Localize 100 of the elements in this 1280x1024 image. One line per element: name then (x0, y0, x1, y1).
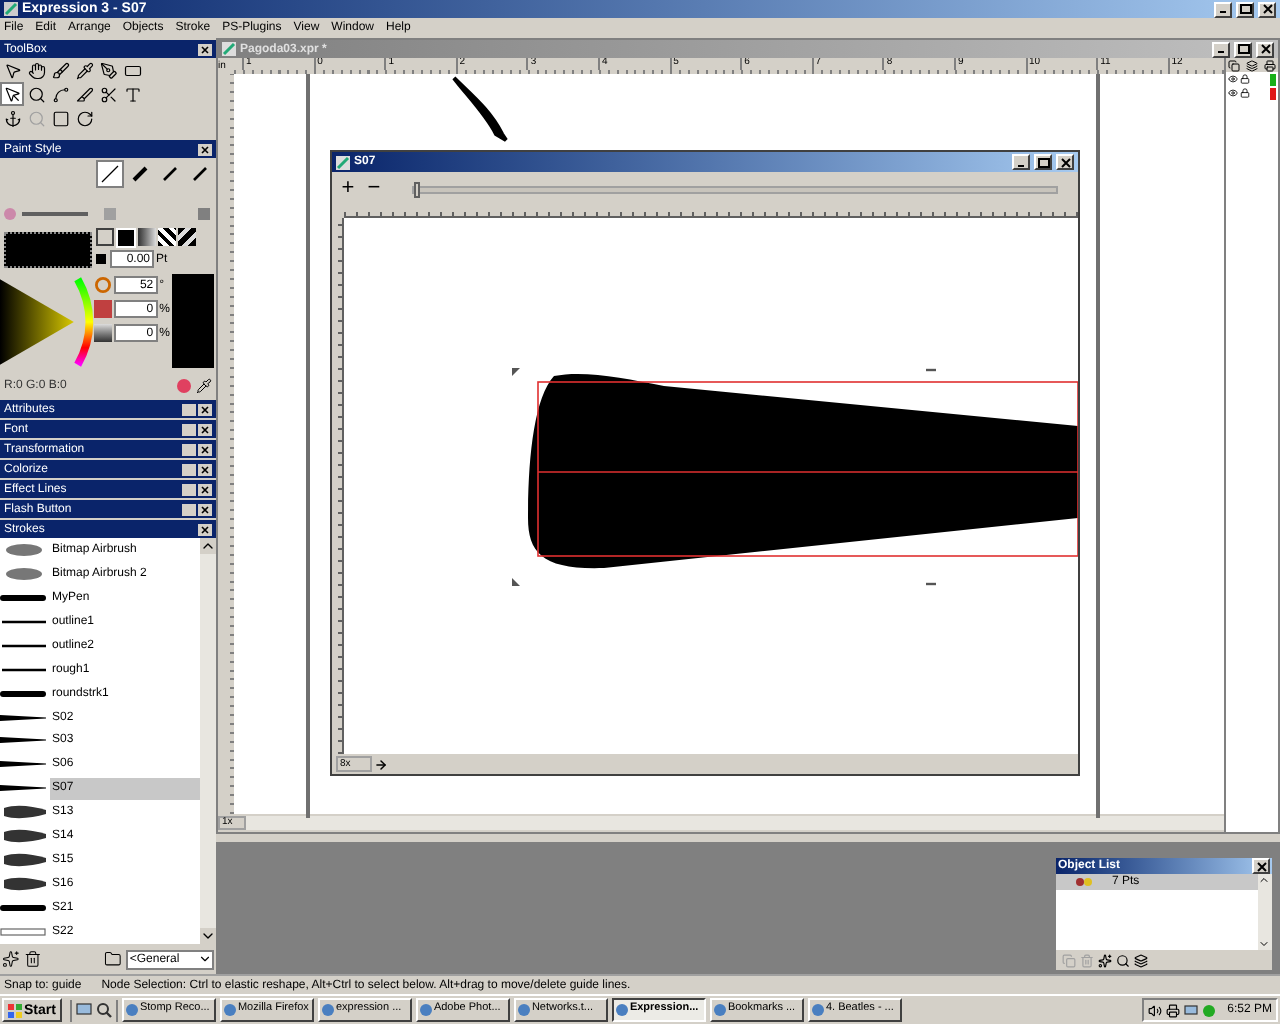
search-icon[interactable] (95, 1002, 112, 1018)
lock-icon[interactable] (1240, 88, 1250, 98)
close-button[interactable] (198, 523, 212, 535)
object-icon (1076, 876, 1092, 888)
tool-button[interactable] (96, 58, 120, 82)
close-button[interactable] (198, 483, 212, 495)
stroke-preview-icon (0, 876, 48, 893)
slider-thumb[interactable] (414, 181, 420, 197)
app-icon (811, 1004, 824, 1016)
stroke-preview-icon (0, 828, 48, 845)
zoom-in-button[interactable]: + (340, 178, 356, 200)
tool-button[interactable] (0, 82, 24, 106)
stroke-preview-icon (0, 685, 48, 702)
tool-button[interactable] (24, 58, 48, 82)
tool-button[interactable] (48, 82, 72, 106)
layer-row[interactable] (1226, 86, 1278, 100)
tool-button[interactable] (72, 58, 96, 82)
color-wheel-icon (2, 206, 18, 222)
tool-button[interactable] (72, 82, 96, 106)
effects-icon[interactable] (1098, 953, 1112, 967)
scroll-up-icon[interactable] (200, 538, 216, 554)
close-button[interactable] (198, 463, 212, 475)
tool-button[interactable] (48, 58, 72, 82)
app-icon (125, 1004, 138, 1016)
maximize-button[interactable] (1234, 41, 1252, 57)
color-picker-icon[interactable] (176, 378, 192, 394)
texture-fill-icon[interactable] (178, 228, 196, 246)
stroke-preview-icon (0, 780, 48, 797)
tool-button[interactable] (24, 82, 48, 106)
maximize-icon (1037, 157, 1049, 167)
desktop-icon[interactable] (75, 1002, 92, 1018)
anchor-icon (3, 109, 21, 127)
close-button[interactable] (198, 403, 212, 415)
solid-fill-icon[interactable] (116, 227, 136, 247)
stroke-preview-icon (0, 852, 48, 869)
tool-button[interactable] (0, 58, 24, 82)
close-icon (1261, 4, 1273, 14)
maximize-button[interactable] (1236, 1, 1254, 17)
arrow-icon[interactable] (374, 757, 388, 771)
eyedropper-icon (75, 61, 93, 79)
layers-icon[interactable] (1245, 59, 1258, 71)
close-icon (1259, 44, 1271, 54)
corner-handle[interactable] (512, 578, 520, 586)
color-swatch[interactable] (4, 232, 92, 268)
lock-icon[interactable] (1240, 74, 1250, 84)
eyedropper-icon[interactable] (196, 378, 212, 394)
close-button[interactable] (198, 143, 212, 155)
printer-icon[interactable] (1165, 1003, 1180, 1017)
rotate-icon (75, 109, 93, 127)
brightness-icon (93, 324, 112, 342)
stroke-preview-icon (0, 541, 48, 558)
document-icon (222, 42, 236, 56)
new-stroke-icon[interactable] (2, 950, 20, 968)
pen-icon (99, 61, 117, 79)
search-icon[interactable] (1116, 953, 1130, 967)
minimize-button[interactable] (1012, 154, 1030, 170)
brush-icon (51, 61, 69, 79)
network-icon[interactable] (1183, 1003, 1198, 1017)
eye-icon[interactable] (1228, 74, 1238, 84)
no-fill-icon[interactable] (96, 228, 114, 246)
close-button[interactable] (198, 423, 212, 435)
printer-icon[interactable] (1263, 59, 1276, 71)
corner-handle[interactable] (926, 368, 936, 372)
rectangle-icon (51, 109, 69, 127)
volume-icon[interactable] (1147, 1003, 1162, 1017)
gradient-fill-icon[interactable] (138, 228, 156, 246)
brush-stroke (450, 74, 510, 144)
maximize-button[interactable] (1034, 154, 1052, 170)
layers-icon[interactable] (1134, 953, 1148, 967)
close-button[interactable] (198, 443, 212, 455)
saturation-icon (93, 300, 112, 318)
copy-icon[interactable] (1228, 59, 1241, 71)
scroll-down-icon[interactable] (200, 928, 216, 944)
minimize-button[interactable] (1214, 1, 1232, 17)
pattern-fill-icon[interactable] (158, 228, 176, 246)
tool-button[interactable] (72, 106, 96, 130)
close-button[interactable] (198, 43, 212, 55)
curve-icon (51, 85, 69, 103)
document-icon (336, 155, 350, 169)
corner-handle[interactable] (512, 368, 520, 376)
horizontal-scrollbar[interactable] (246, 816, 1224, 830)
trash-icon[interactable] (23, 950, 42, 968)
layer-row[interactable] (1226, 72, 1278, 86)
corner-handle[interactable] (926, 582, 936, 586)
minimize-button[interactable] (1212, 41, 1230, 57)
folder-icon[interactable] (104, 950, 122, 968)
tool-button[interactable] (48, 106, 72, 130)
close-button[interactable] (198, 503, 212, 515)
eye-icon[interactable] (1228, 88, 1238, 98)
app-icon (615, 1004, 628, 1016)
app-icon (517, 1004, 530, 1016)
tool-button[interactable] (96, 82, 120, 106)
scrollbar[interactable] (200, 538, 216, 944)
color-triangle-drawing[interactable] (0, 274, 94, 370)
zoom-out-button[interactable]: − (366, 178, 382, 200)
maximize-icon (1239, 4, 1251, 14)
tool-button[interactable] (0, 106, 24, 130)
close-icon (1059, 157, 1071, 167)
app-icon (321, 1004, 334, 1016)
windows-logo-icon (8, 1003, 22, 1017)
